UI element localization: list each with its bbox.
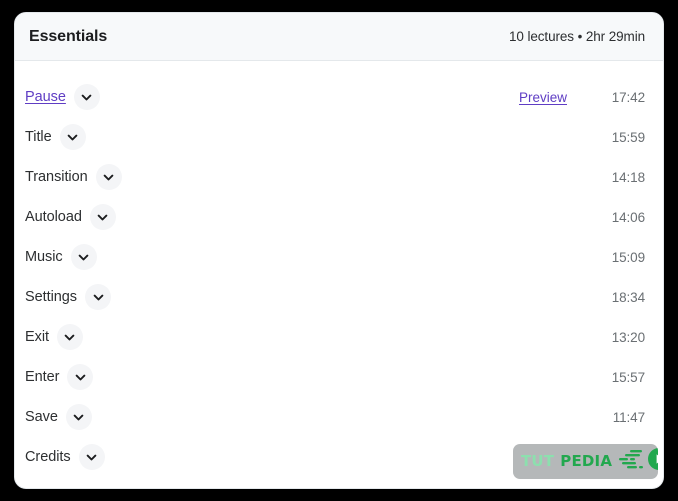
chevron-down-icon[interactable]	[56, 324, 83, 350]
lecture-title: Exit	[25, 329, 49, 345]
tutpedia-watermark: TUT PEDIA	[513, 444, 658, 479]
lecture-left-group: Autoload	[25, 204, 116, 230]
lecture-right-group: Preview 17:42	[519, 90, 645, 105]
lecture-duration: 13:20	[611, 329, 645, 345]
lecture-row[interactable]: Exit 13:20	[15, 317, 663, 357]
lecture-right-group: 15:59	[605, 130, 645, 145]
curriculum-section-card: Essentials 10 lectures • 2hr 29min Pause…	[14, 12, 664, 489]
watermark-text-secondary: PEDIA	[560, 452, 613, 470]
lecture-left-group: Enter	[25, 364, 94, 390]
lecture-row[interactable]: Save 11:47	[15, 397, 663, 437]
lecture-row[interactable]: Transition 14:18	[15, 157, 663, 197]
lecture-right-group: 11:47	[605, 410, 645, 425]
lecture-duration: 15:59	[611, 129, 645, 145]
section-header: Essentials 10 lectures • 2hr 29min	[15, 13, 663, 61]
lecture-duration: 14:18	[611, 169, 645, 185]
lecture-title: Autoload	[25, 209, 82, 225]
chevron-down-icon[interactable]	[85, 284, 111, 310]
preview-link[interactable]: Preview	[519, 90, 567, 105]
lecture-duration: 18:34	[611, 289, 645, 305]
lecture-title: Credits	[25, 449, 71, 465]
lecture-title: Transition	[25, 169, 88, 185]
lecture-title: Enter	[25, 369, 60, 385]
chevron-down-icon[interactable]	[65, 404, 92, 430]
lecture-row[interactable]: Enter 15:57	[15, 357, 663, 397]
lecture-left-group: Credits	[25, 444, 105, 470]
lecture-duration: 11:47	[612, 409, 645, 425]
lecture-title: Save	[25, 409, 58, 425]
lecture-row[interactable]: Settings 18:34	[15, 277, 663, 317]
lecture-title: Title	[25, 129, 52, 145]
lecture-left-group: Save	[25, 404, 92, 430]
lecture-left-group: Settings	[25, 284, 111, 310]
lecture-row[interactable]: Pause Preview 17:42	[15, 77, 663, 117]
lecture-row[interactable]: Autoload 14:06	[15, 197, 663, 237]
section-meta: 10 lectures • 2hr 29min	[509, 29, 645, 44]
lecture-right-group: 14:06	[605, 210, 645, 225]
chevron-down-icon[interactable]	[89, 204, 116, 230]
lecture-right-group: 14:18	[605, 170, 645, 185]
lecture-right-group: 15:09	[605, 250, 645, 265]
lecture-duration: 17:42	[611, 89, 645, 105]
lecture-title: Music	[25, 249, 63, 265]
section-title: Essentials	[29, 27, 108, 45]
lecture-row[interactable]: Music 15:09	[15, 237, 663, 277]
lecture-title: Settings	[25, 289, 77, 305]
play-circle-icon	[646, 446, 658, 477]
lecture-duration: 15:57	[611, 369, 645, 385]
lecture-title[interactable]: Pause	[25, 89, 66, 105]
page-background: Essentials 10 lectures • 2hr 29min Pause…	[0, 0, 678, 501]
lecture-left-group: Pause	[25, 84, 100, 110]
lecture-left-group: Exit	[25, 324, 83, 350]
lecture-right-group: 13:20	[605, 330, 645, 345]
lecture-left-group: Music	[25, 244, 97, 270]
lecture-left-group: Transition	[25, 164, 122, 190]
lecture-right-group: 15:57	[605, 370, 645, 385]
chevron-down-icon[interactable]	[70, 244, 97, 270]
chevron-down-icon[interactable]	[67, 364, 94, 390]
lecture-row[interactable]: Title 15:59	[15, 117, 663, 157]
lecture-duration: 14:06	[611, 209, 645, 225]
chevron-down-icon[interactable]	[95, 164, 122, 190]
chevron-down-icon[interactable]	[78, 444, 105, 470]
watermark-text-primary: TUT	[521, 452, 555, 470]
lecture-list: Pause Preview 17:42 Title 15:59 Transition 14:…	[15, 61, 663, 477]
chevron-down-icon[interactable]	[73, 84, 100, 110]
lecture-right-group: 18:34	[605, 290, 645, 305]
lecture-duration: 15:09	[611, 249, 645, 265]
lecture-left-group: Title	[25, 124, 86, 150]
chevron-down-icon[interactable]	[59, 124, 86, 150]
speed-lines-icon	[616, 447, 646, 476]
